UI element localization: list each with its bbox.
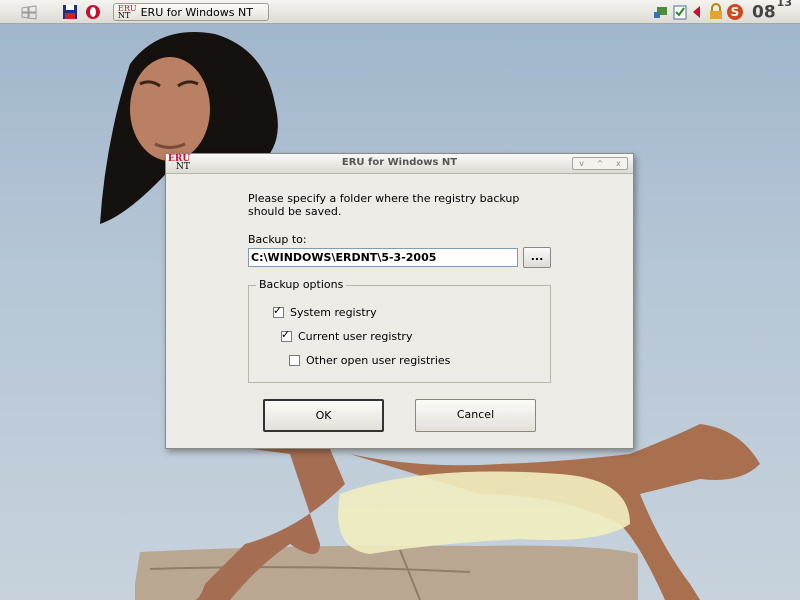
instruction-line-2: should be saved. <box>248 205 342 218</box>
checkmark-icon: ✓ <box>281 328 291 341</box>
backup-options-label: Backup options <box>256 278 347 291</box>
eru-app-icon: ERU NT <box>118 5 137 20</box>
dialog-title: ERU for Windows NT <box>341 157 458 168</box>
option-system-registry[interactable]: ✓ System registry <box>273 304 377 319</box>
dialog-titlebar[interactable]: ERU NT ERU for Windows NT v ^ x <box>166 154 633 174</box>
network-icon[interactable] <box>652 3 670 21</box>
window-controls: v ^ x <box>572 157 628 170</box>
option-current-user-registry[interactable]: ✓ Current user registry <box>281 328 413 343</box>
instruction-line-1: Please specify a folder where the regist… <box>248 192 520 205</box>
current-user-registry-label: Current user registry <box>298 330 413 343</box>
taskbar-window-label: ERU for Windows NT <box>140 5 253 19</box>
taskbar: ERU NT ERU for Windows NT S 0813 <box>0 0 800 24</box>
svg-text:S: S <box>731 5 740 19</box>
cancel-button[interactable]: Cancel <box>415 399 536 432</box>
clipboard-icon[interactable] <box>671 3 689 21</box>
backup-dialog: ERU NT ERU for Windows NT v ^ x Please s… <box>165 153 634 449</box>
opera-icon[interactable] <box>84 3 102 21</box>
system-registry-checkbox[interactable]: ✓ <box>273 304 284 318</box>
windows-logo-icon[interactable] <box>20 3 38 21</box>
ok-button[interactable]: OK <box>263 399 384 432</box>
clock[interactable]: 0813 <box>752 0 792 23</box>
clock-hours: 08 <box>752 2 776 23</box>
taskbar-window-button[interactable]: ERU NT ERU for Windows NT <box>113 3 269 21</box>
close-button[interactable]: x <box>616 159 621 168</box>
s-logo-icon[interactable]: S <box>726 3 744 21</box>
floppy-save-icon[interactable] <box>61 3 79 21</box>
checkmark-icon: ✓ <box>273 304 283 317</box>
backup-options-group: Backup options ✓ System registry ✓ Curre… <box>248 278 551 383</box>
option-other-user-registries[interactable]: Other open user registries <box>289 354 450 367</box>
minimize-button[interactable]: v <box>579 159 584 168</box>
eru-icon-bottom: NT <box>118 11 131 20</box>
dialog-client-area: Please specify a folder where the regist… <box>166 174 633 448</box>
lock-icon[interactable] <box>707 3 725 21</box>
volume-icon[interactable] <box>688 3 706 21</box>
backup-to-label: Backup to: <box>248 233 307 246</box>
other-user-registries-checkbox[interactable] <box>289 355 300 366</box>
maximize-button[interactable]: ^ <box>597 159 604 168</box>
system-registry-label: System registry <box>290 306 377 319</box>
clock-minutes: 13 <box>776 0 792 9</box>
current-user-registry-checkbox[interactable]: ✓ <box>281 328 292 342</box>
other-user-registries-label: Other open user registries <box>306 354 451 367</box>
backup-path-input[interactable] <box>248 248 518 267</box>
browse-button[interactable]: ... <box>523 247 551 268</box>
